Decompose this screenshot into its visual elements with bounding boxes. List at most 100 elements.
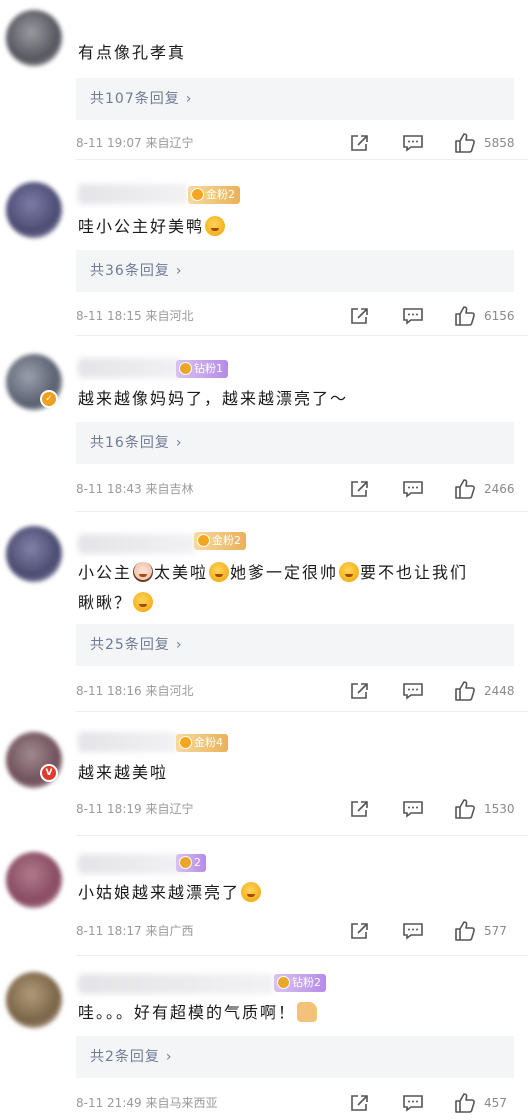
share-icon[interactable] — [350, 682, 370, 700]
comment-meta: 8-11 18:17 来自广西 577 — [76, 920, 516, 942]
comment-text-part: 她爹一定很帅 — [230, 563, 339, 582]
comment-icon[interactable] — [402, 1094, 424, 1112]
username-blurred[interactable] — [78, 358, 184, 378]
comment-icon[interactable] — [402, 307, 424, 325]
comment-meta: 8-11 18:15 来自河北 6156 — [76, 305, 516, 327]
fan-badge: 金粉2 — [194, 532, 246, 550]
thumbs-up-icon[interactable] — [454, 478, 476, 500]
reply-count-label: 共107条回复 — [90, 91, 180, 107]
share-icon[interactable] — [350, 800, 370, 818]
fan-badge-icon — [179, 736, 192, 749]
dog-emoji-icon — [339, 562, 360, 582]
like-count: 457 — [484, 1096, 507, 1110]
thumbs-up-icon[interactable] — [454, 920, 476, 942]
like-count: 2466 — [484, 482, 515, 496]
fan-badge-label: 钻粉1 — [194, 362, 223, 375]
share-icon[interactable] — [350, 1094, 370, 1112]
timestamp-location: 8-11 18:15 来自河北 — [76, 309, 194, 323]
comment-meta: 8-11 18:19 来自辽宁 1530 — [76, 798, 516, 820]
comment-text: 哇小公主好美鸭 — [78, 212, 504, 242]
avatar[interactable] — [6, 972, 62, 1028]
thumbs-up-icon[interactable] — [454, 798, 476, 820]
thumbs-up-icon[interactable] — [454, 1092, 476, 1114]
comment-text-part: 小公主 — [78, 563, 133, 582]
chevron-right-icon: › — [185, 91, 193, 107]
comment-icon[interactable] — [402, 682, 424, 700]
avatar[interactable] — [6, 526, 62, 582]
chevron-right-icon: › — [165, 1049, 173, 1065]
laugh-emoji-icon — [205, 216, 226, 236]
timestamp-location: 8-11 18:16 来自河北 — [76, 684, 194, 698]
comment-icon[interactable] — [402, 480, 424, 498]
fan-badge-label: 金粉2 — [206, 188, 235, 201]
comment-text-part: 瞅瞅？ — [78, 593, 133, 612]
timestamp-location: 8-11 21:49 来自马来西亚 — [76, 1096, 218, 1110]
username-blurred[interactable] — [78, 974, 274, 994]
comment-text: 有点像孔孝真 — [78, 43, 187, 62]
view-replies-button[interactable]: 共107条回复 › — [76, 78, 514, 120]
share-icon[interactable] — [350, 307, 370, 325]
comment-meta: 8-11 18:16 来自河北 2448 — [76, 680, 516, 702]
reply-count-label: 共16条回复 — [90, 435, 170, 451]
comment-text-part: 小姑娘越来越漂亮了 — [78, 883, 241, 902]
comment-meta: 8-11 18:43 来自吉林 2466 — [76, 478, 516, 500]
fan-badge: 金粉2 — [188, 186, 240, 204]
comment-item: 2 小姑娘越来越漂亮了 8-11 18:17 来自广西 577 — [0, 836, 528, 956]
thumbs-up-icon[interactable] — [454, 680, 476, 702]
fan-badge-icon — [197, 534, 210, 547]
share-icon[interactable] — [350, 480, 370, 498]
username-blurred[interactable] — [78, 184, 188, 204]
like-count: 1530 — [484, 802, 515, 816]
fan-badge: 2 — [176, 854, 206, 872]
fan-badge-label: 2 — [194, 856, 201, 869]
comment-text-part: 哇。。。好有超模的气质啊！ — [78, 1003, 297, 1022]
chevron-right-icon: › — [175, 637, 183, 653]
share-icon[interactable] — [350, 922, 370, 940]
comment-item: 有点像孔孝真 共107条回复 › 8-11 19:07 来自辽宁 5858 — [0, 0, 528, 160]
thumbs-up-emoji-icon — [297, 1002, 318, 1022]
view-replies-button[interactable]: 共2条回复 › — [76, 1036, 514, 1078]
comment-item: V 金粉4 越来越美啦 8-11 18:19 来自辽宁 1530 — [0, 712, 528, 836]
comment-text: 越来越美啦 — [78, 763, 169, 782]
reply-count-label: 共36条回复 — [90, 263, 170, 279]
fan-badge-label: 钻粉2 — [292, 976, 321, 989]
timestamp-location: 8-11 18:43 来自吉林 — [76, 482, 194, 496]
share-icon[interactable] — [350, 134, 370, 152]
verified-badge-icon: V — [40, 764, 58, 782]
thumbs-up-icon[interactable] — [454, 132, 476, 154]
comment-icon[interactable] — [402, 922, 424, 940]
fan-badge-icon — [179, 362, 192, 375]
avatar[interactable] — [6, 10, 62, 66]
reply-count-label: 共25条回复 — [90, 637, 170, 653]
username-blurred[interactable] — [78, 732, 178, 752]
fan-badge: 钻粉1 — [176, 360, 228, 378]
comment-item: ✓ 钻粉1 越来越像妈妈了，越来越漂亮了～ 共16条回复 › 8-11 18:43… — [0, 336, 528, 512]
like-count: 577 — [484, 924, 507, 938]
thumbs-up-icon[interactable] — [454, 305, 476, 327]
comment-icon[interactable] — [402, 800, 424, 818]
timestamp-location: 8-11 18:17 来自广西 — [76, 924, 194, 938]
username-blurred[interactable] — [78, 534, 196, 554]
view-replies-button[interactable]: 共36条回复 › — [76, 250, 514, 292]
verified-badge-icon: ✓ — [40, 390, 58, 408]
avatar[interactable] — [6, 182, 62, 238]
fan-badge: 钻粉2 — [274, 974, 326, 992]
view-replies-button[interactable]: 共16条回复 › — [76, 422, 514, 464]
comment-text: 小姑娘越来越漂亮了 — [78, 878, 504, 908]
username-blurred[interactable] — [78, 854, 188, 874]
comment-text: 小公主 太美啦 她爹一定很帅 要不也让我们 瞅瞅？ — [78, 558, 504, 618]
laugh-emoji-icon — [209, 562, 230, 582]
view-replies-button[interactable]: 共25条回复 › — [76, 624, 514, 666]
comment-icon[interactable] — [402, 134, 424, 152]
comment-item: 金粉2 小公主 太美啦 她爹一定很帅 要不也让我们 瞅瞅？ 共25条回复 › 8-11 1… — [0, 512, 528, 712]
avatar[interactable] — [6, 852, 62, 908]
like-count: 2448 — [484, 684, 515, 698]
comment-text: 越来越像妈妈了，越来越漂亮了～ — [78, 389, 349, 408]
fan-badge-label: 金粉2 — [212, 534, 241, 547]
chevron-right-icon: › — [175, 263, 183, 279]
comment-text: 哇。。。好有超模的气质啊！ — [78, 998, 504, 1028]
timestamp-location: 8-11 18:19 来自辽宁 — [76, 802, 194, 816]
fan-badge: 金粉4 — [176, 734, 228, 752]
girl-emoji-icon — [133, 562, 154, 582]
comment-meta: 8-11 21:49 来自马来西亚 457 — [76, 1092, 516, 1114]
